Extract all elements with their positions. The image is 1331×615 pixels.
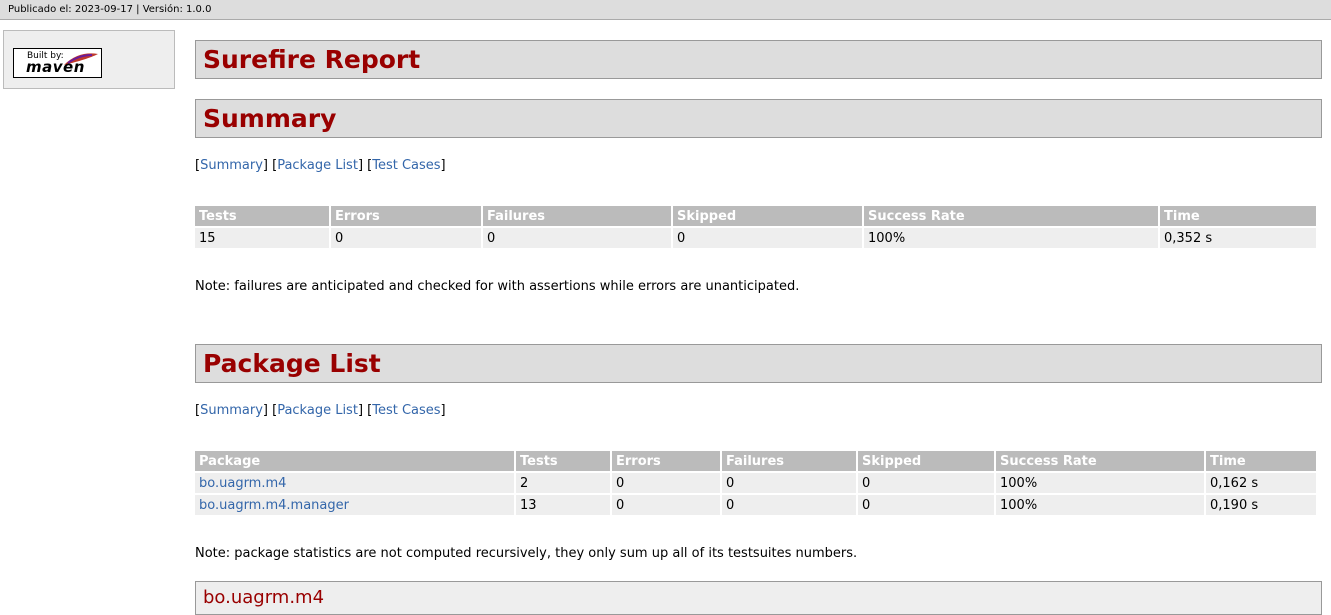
column-header: Time [1160, 206, 1316, 228]
table-cell: 0 [331, 228, 481, 250]
package-link[interactable]: bo.uagrm.m4.manager [199, 498, 349, 513]
table-cell: 2 [516, 473, 610, 495]
summary-note: Note: failures are anticipated and check… [195, 279, 800, 294]
published-text: Publicado el: 2023-09-17 | Versión: 1.0.… [8, 4, 212, 15]
column-header: Package [195, 451, 514, 473]
column-header: Skipped [858, 451, 994, 473]
column-header: Errors [612, 451, 720, 473]
table-cell: 0,190 s [1206, 495, 1316, 517]
page-title: Surefire Report [195, 40, 1322, 79]
package-nav-links: [Summary] [Package List] [Test Cases] [195, 403, 446, 418]
built-by-maven-logo[interactable]: Built by: maven [13, 48, 102, 78]
package-link[interactable]: bo.uagrm.m4 [199, 476, 286, 491]
package-header-row: Package Tests Errors Failures Skipped Su… [195, 451, 1316, 473]
table-cell: bo.uagrm.m4.manager [195, 495, 514, 517]
table-cell: 100% [864, 228, 1158, 250]
package-table: Package Tests Errors Failures Skipped Su… [193, 451, 1318, 517]
column-header: Success Rate [864, 206, 1158, 228]
table-row: bo.uagrm.m4 2 0 0 0 100% 0,162 s [195, 473, 1316, 495]
package-note: Note: package statistics are not compute… [195, 546, 858, 561]
table-cell: 100% [996, 495, 1204, 517]
table-cell: 15 [195, 228, 329, 250]
table-cell: 0,352 s [1160, 228, 1316, 250]
published-bar: Publicado el: 2023-09-17 | Versión: 1.0.… [0, 0, 1331, 20]
table-cell: 0 [722, 473, 856, 495]
table-cell: 100% [996, 473, 1204, 495]
summary-table: Tests Errors Failures Skipped Success Ra… [193, 206, 1318, 250]
table-cell: 13 [516, 495, 610, 517]
package-section-heading: bo.uagrm.m4 [195, 581, 1322, 615]
nav-test-cases-link[interactable]: Test Cases [372, 403, 440, 418]
nav-package-list-link[interactable]: Package List [277, 158, 358, 173]
column-header: Errors [331, 206, 481, 228]
table-cell: 0 [483, 228, 671, 250]
summary-nav-links: [Summary] [Package List] [Test Cases] [195, 158, 446, 173]
table-cell: 0 [612, 473, 720, 495]
nav-summary-link[interactable]: Summary [200, 158, 263, 173]
package-list-heading: Package List [195, 344, 1322, 383]
table-row: bo.uagrm.m4.manager 13 0 0 0 100% 0,190 … [195, 495, 1316, 517]
table-cell: 0,162 s [1206, 473, 1316, 495]
table-cell: 0 [673, 228, 862, 250]
sidebar: Built by: maven [3, 30, 175, 89]
column-header: Tests [516, 451, 610, 473]
table-cell: bo.uagrm.m4 [195, 473, 514, 495]
table-cell: 0 [722, 495, 856, 517]
nav-package-list-link[interactable]: Package List [277, 403, 358, 418]
column-header: Failures [483, 206, 671, 228]
summary-header-row: Tests Errors Failures Skipped Success Ra… [195, 206, 1316, 228]
summary-row: 15 0 0 0 100% 0,352 s [195, 228, 1316, 250]
table-cell: 0 [612, 495, 720, 517]
column-header: Failures [722, 451, 856, 473]
column-header: Time [1206, 451, 1316, 473]
column-header: Tests [195, 206, 329, 228]
column-header: Skipped [673, 206, 862, 228]
summary-heading: Summary [195, 99, 1322, 138]
nav-test-cases-link[interactable]: Test Cases [372, 158, 440, 173]
table-cell: 0 [858, 473, 994, 495]
table-cell: 0 [858, 495, 994, 517]
column-header: Success Rate [996, 451, 1204, 473]
logo-maven-text: maven [26, 58, 85, 76]
nav-summary-link[interactable]: Summary [200, 403, 263, 418]
